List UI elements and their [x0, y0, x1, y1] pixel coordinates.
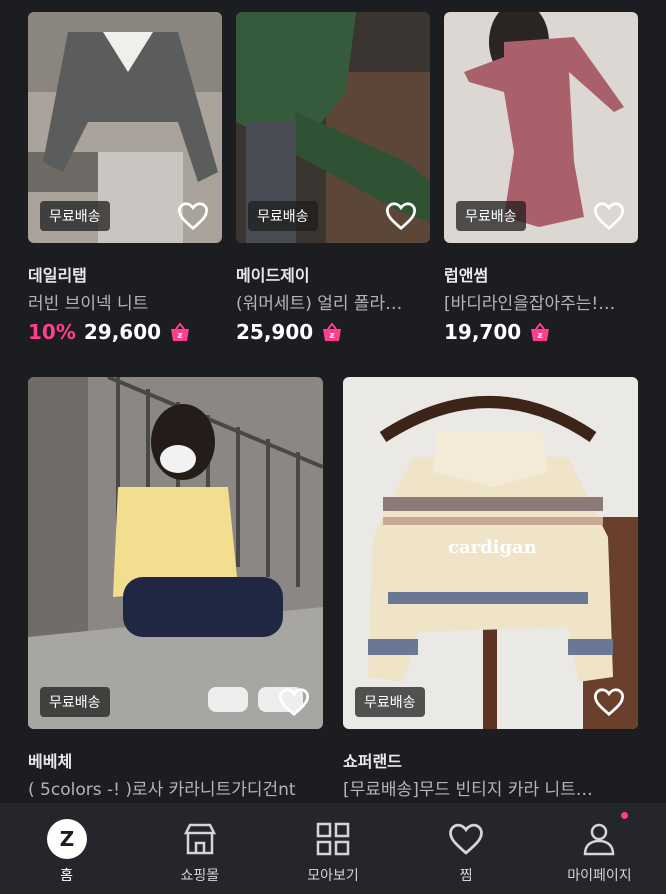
svg-text:z: z	[177, 331, 182, 341]
product-title: ( 5colors -! )로사 카라니트가디건nt	[28, 780, 296, 800]
notification-dot	[621, 812, 629, 819]
heart-icon[interactable]	[592, 201, 626, 231]
brand-name: 베베체	[28, 752, 73, 771]
product-image[interactable]: 무료배송	[236, 12, 430, 243]
shopping-bag-icon: z	[171, 322, 190, 341]
tab-collection[interactable]: 모아보기	[266, 803, 399, 894]
discount-rate: 10%	[28, 320, 76, 344]
svg-text:z: z	[538, 331, 543, 341]
grid-icon	[313, 819, 353, 859]
tab-home[interactable]: Z 홈	[0, 803, 133, 894]
bottom-tab-bar: Z 홈 쇼핑몰 모아보기 찜 마이페이지	[0, 803, 666, 894]
heart-icon[interactable]	[592, 687, 626, 717]
product-card[interactable]: cardigan 무료배송 쇼퍼랜드 [무료배송]무드 빈티지 카라 니트…	[343, 377, 638, 800]
product-title: 러빈 브이넥 니트	[28, 294, 149, 314]
tab-label: 쇼핑몰	[180, 868, 220, 884]
person-icon	[579, 819, 619, 859]
product-card[interactable]: 무료배송 데일리탭 러빈 브이넥 니트 10% 29,600 z	[28, 12, 222, 344]
heart-icon	[446, 819, 486, 859]
tab-shopping-mall[interactable]: 쇼핑몰	[133, 803, 266, 894]
product-image[interactable]: 무료배송	[28, 377, 323, 729]
free-shipping-badge: 무료배송	[40, 687, 110, 717]
price: 25,900	[236, 320, 314, 344]
free-shipping-badge: 무료배송	[248, 201, 318, 231]
tab-label: 찜	[459, 868, 473, 884]
heart-icon[interactable]	[384, 201, 418, 231]
brand-name: 데일리탭	[28, 266, 87, 285]
price-row: 25,900 z	[236, 320, 343, 344]
price-row: 10% 29,600 z	[28, 320, 191, 344]
product-title: [무료배송]무드 빈티지 카라 니트…	[343, 780, 593, 800]
tab-label: 홈	[60, 868, 74, 884]
price: 19,700	[444, 320, 522, 344]
free-shipping-badge: 무료배송	[355, 687, 425, 717]
product-card[interactable]: 무료배송 럽앤썸 [바디라인을잡아주는!… 19,700 z	[444, 12, 638, 344]
tab-wishlist[interactable]: 찜	[400, 803, 533, 894]
product-card[interactable]: 무료배송 베베체 ( 5colors -! )로사 카라니트가디건nt	[28, 377, 323, 800]
product-image[interactable]: cardigan 무료배송	[343, 377, 638, 729]
product-image[interactable]: 무료배송	[28, 12, 222, 243]
image-caption: cardigan	[448, 537, 537, 558]
svg-text:Z: Z	[59, 827, 74, 851]
price-row: 19,700 z	[444, 320, 551, 344]
price: 29,600	[83, 320, 162, 344]
tab-my-page[interactable]: 마이페이지	[533, 803, 666, 894]
product-title: [바디라인을잡아주는!…	[444, 294, 616, 314]
shopping-bag-icon: z	[531, 322, 550, 341]
shopping-bag-icon: z	[323, 322, 342, 341]
brand-name: 럽앤썸	[444, 266, 489, 285]
home-z-icon: Z	[46, 819, 87, 859]
tab-label: 마이페이지	[567, 868, 632, 884]
svg-text:z: z	[330, 331, 335, 341]
product-image[interactable]: 무료배송	[444, 12, 638, 243]
free-shipping-badge: 무료배송	[456, 201, 526, 231]
product-title: (워머세트) 얼리 폴라…	[236, 294, 403, 314]
product-card[interactable]: 무료배송 메이드제이 (워머세트) 얼리 폴라… 25,900 z	[236, 12, 430, 344]
tab-label: 모아보기	[307, 868, 359, 884]
product-feed-page: 무료배송 데일리탭 러빈 브이넥 니트 10% 29,600 z 무료배송 메이…	[0, 0, 666, 894]
free-shipping-badge: 무료배송	[40, 201, 110, 231]
heart-icon[interactable]	[277, 687, 311, 717]
brand-name: 쇼퍼랜드	[343, 752, 402, 771]
brand-name: 메이드제이	[236, 266, 310, 285]
heart-icon[interactable]	[176, 201, 210, 231]
store-icon	[180, 819, 220, 859]
